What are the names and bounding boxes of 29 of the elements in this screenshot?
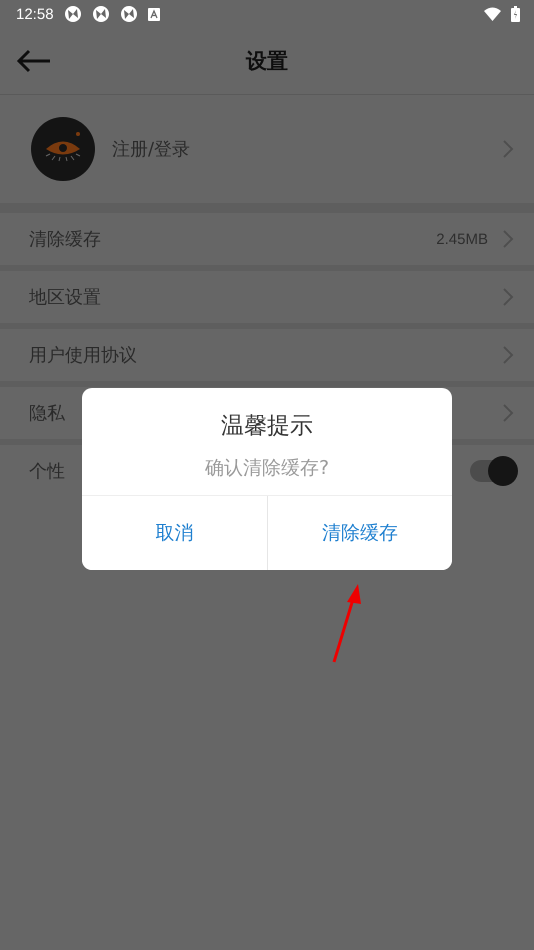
chevron-right-icon (502, 287, 514, 307)
dialog-title: 温馨提示 (220, 412, 314, 441)
status-time: 12:58 (16, 6, 54, 22)
keyboard-icon (148, 8, 160, 20)
settings-label: 用户使用协议 (29, 344, 137, 367)
app-notification-icon (120, 5, 138, 23)
cache-size: 2.45MB (436, 230, 488, 248)
battery-icon (511, 6, 520, 22)
login-label: 注册/登录 (112, 138, 192, 161)
settings-label: 清除缓存 (29, 228, 101, 251)
back-button[interactable] (16, 49, 52, 73)
chevron-right-icon (502, 345, 514, 365)
chevron-right-icon (502, 229, 514, 249)
app-notification-icon (64, 5, 82, 23)
settings-row[interactable]: 用户使用协议 (0, 323, 534, 381)
app-notification-icon (92, 5, 110, 23)
settings-row[interactable]: 清除缓存 2.45MB (0, 213, 534, 265)
chevron-right-icon (502, 139, 514, 159)
wifi-icon (484, 7, 501, 21)
settings-row[interactable]: 地区设置 (0, 265, 534, 323)
dialog-message: 确认清除缓存? (204, 456, 330, 481)
settings-label: 隐私 (29, 402, 65, 425)
page-title: 设置 (246, 48, 288, 75)
confirm-button[interactable]: 清除缓存 (266, 496, 452, 570)
settings-label: 地区设置 (29, 286, 101, 309)
settings-label: 个性 (29, 460, 65, 483)
avatar-icon (30, 116, 96, 182)
chevron-right-icon (502, 403, 514, 423)
login-row[interactable]: 注册/登录 (0, 95, 534, 203)
